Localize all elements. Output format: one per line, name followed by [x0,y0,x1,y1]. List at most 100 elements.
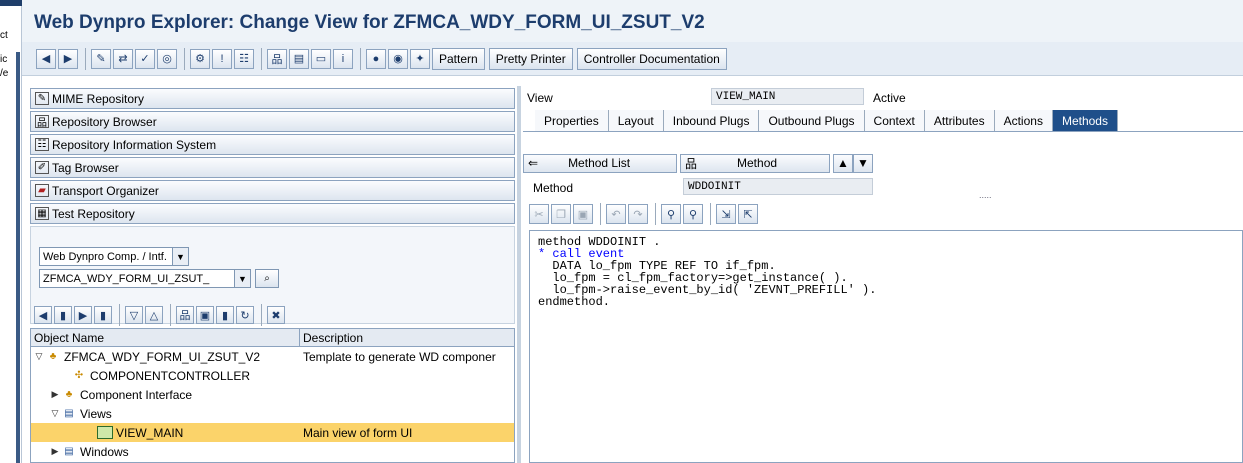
tab-actions[interactable]: Actions [994,110,1053,131]
application-toolbar: ◀ ▶ ✎ ⇄ ✓ ◎ ⚙ ǃ ☷ 品 ▤ ▭ i ● ◉ ✦ Pattern … [22,42,1243,76]
chevron-down-icon[interactable]: ▼ [234,270,250,287]
collapsed-triangle-icon[interactable]: ▶ [49,446,61,457]
forward-history-icon[interactable]: ▮ [94,306,112,324]
collapse-icon[interactable]: ▽ [125,306,143,324]
nav-item-label: Repository Browser [52,114,157,129]
next-method-button[interactable]: ▼ [853,153,873,173]
object-type-dropdown[interactable]: Web Dynpro Comp. / Intf. ▼ [39,247,189,266]
tab-methods[interactable]: Methods [1052,110,1118,131]
toolbar-separator [85,47,86,70]
check-icon[interactable]: ✓ [135,48,155,69]
view-name-field: VIEW_MAIN [711,88,864,105]
chevron-down-icon[interactable]: ▼ [172,248,188,265]
nav-test-repository[interactable]: ▦ Test Repository [30,203,515,224]
where-used-icon[interactable]: ǃ [212,48,232,69]
table-row[interactable]: VIEW_MAIN Main view of form UI [31,423,514,442]
nav-repository-browser[interactable]: 品 Repository Browser [30,111,515,132]
tab-outbound-plugs[interactable]: Outbound Plugs [759,110,865,131]
object-list-icon[interactable]: ☷ [234,48,254,69]
table-row[interactable]: ▽ ▤ Views [31,404,514,423]
folder-icon: ▤ [64,408,74,419]
view-status: Active [873,91,906,105]
editor-toolbar: ✂ ❐ ▣ ↶ ↷ ⚲ ⚲ ⇲ ⇱ [529,202,760,226]
method-button[interactable]: 品 Method [680,153,830,173]
previous-method-button[interactable]: ▲ [833,153,853,173]
close-icon[interactable]: ✖ [267,306,285,324]
test-icon[interactable]: ⚙ [190,48,210,69]
controller-documentation-button[interactable]: Controller Documentation [576,47,727,70]
find-next-icon[interactable]: ⚲ [683,204,703,224]
wizard-icon[interactable]: ✦ [410,48,430,69]
forward-arrow-icon[interactable]: ▶ [58,48,78,69]
nav-transport-organizer[interactable]: ▰ Transport Organizer [30,180,515,201]
method-list-button[interactable]: ⇐ Method List [523,153,677,173]
cut-icon[interactable]: ✂ [529,204,549,224]
toolbar-separator [184,47,185,70]
tab-inbound-plugs[interactable]: Inbound Plugs [663,110,760,131]
expand-icon[interactable]: △ [145,306,163,324]
method-field-label: Method [533,181,574,195]
forward-arrow-icon[interactable]: ▶ [74,306,92,324]
expanded-triangle-icon[interactable]: ▽ [33,351,45,362]
select-icon[interactable]: ▣ [196,306,214,324]
upload-icon[interactable]: ⇱ [738,204,758,224]
method-label: Method [737,156,778,170]
hierarchy-icon[interactable]: 品 [176,306,194,324]
tree-node-label: ZFMCA_WDY_FORM_UI_ZSUT_V2 [64,349,261,364]
fullscreen-icon[interactable]: ▭ [311,48,331,69]
pane-splitter[interactable] [517,86,521,463]
external-breakpoint-icon[interactable]: ◉ [388,48,408,69]
tree-node-label: COMPONENTCONTROLLER [90,368,251,383]
nav-tag-browser[interactable]: ✐ Tag Browser [30,157,515,178]
expanded-triangle-icon[interactable]: ▽ [49,408,61,419]
nav-mime-repository[interactable]: ✎ MIME Repository [30,88,515,109]
splitter-handle[interactable]: ..... [979,190,992,200]
navigation-window-icon[interactable]: ▤ [289,48,309,69]
tab-properties[interactable]: Properties [535,110,609,131]
display-object-button[interactable]: ⌕ [255,269,279,288]
navigation-pane: ✎ MIME Repository 品 Repository Browser ☷… [30,86,515,463]
component-interface-icon: ♣ [65,389,73,400]
refresh-icon[interactable]: ↻ [236,306,254,324]
table-row[interactable]: ▶ ▤ Windows [31,442,514,461]
undo-icon[interactable]: ↶ [606,204,626,224]
tab-layout[interactable]: Layout [608,110,664,131]
paste-icon[interactable]: ▣ [573,204,593,224]
left-strip-scrollbar[interactable] [16,52,20,463]
copy-icon[interactable]: ❐ [551,204,571,224]
tab-context[interactable]: Context [864,110,925,131]
insert-block-icon[interactable]: ⇲ [716,204,736,224]
info-icon[interactable]: i [333,48,353,69]
tree-node-description: Template to generate WD componer [303,349,496,364]
tab-attributes[interactable]: Attributes [924,110,995,131]
redo-icon[interactable]: ↷ [628,204,648,224]
nav-item-label: Transport Organizer [52,183,159,198]
activate-icon[interactable]: ◎ [157,48,177,69]
favorites-icon[interactable]: ▮ [216,306,234,324]
back-arrow-icon[interactable]: ◀ [34,306,52,324]
nav-item-label: Test Repository [52,206,135,221]
pretty-printer-button[interactable]: Pretty Printer [488,47,573,70]
table-row[interactable]: ▶ ♣ Component Interface [31,385,514,404]
active-inactive-icon[interactable]: ⇄ [113,48,133,69]
table-row[interactable]: ▽ ♣ ZFMCA_WDY_FORM_UI_ZSUT_V2 Template t… [31,347,514,366]
method-navigation-bar: ⇐ Method List 品 Method ▲ ▼ [523,152,1243,174]
collapsed-triangle-icon[interactable]: ▶ [49,389,61,400]
code-editor[interactable]: method WDDOINIT . * call event DATA lo_fp… [529,230,1243,463]
tree-node-label: VIEW_MAIN [116,425,184,440]
object-name-value: ZFMCA_WDY_FORM_UI_ZSUT_ [43,272,210,285]
back-history-icon[interactable]: ▮ [54,306,72,324]
info-system-icon: ☷ [35,138,49,151]
breakpoint-icon[interactable]: ● [366,48,386,69]
hierarchy-icon[interactable]: 品 [267,48,287,69]
pattern-button[interactable]: Pattern [432,47,485,70]
object-name-input[interactable]: ZFMCA_WDY_FORM_UI_ZSUT_ ▼ [39,269,251,288]
arrow-up-icon: ▲ [837,156,849,170]
back-arrow-icon[interactable]: ◀ [36,48,56,69]
column-header-description[interactable]: Description [300,329,514,346]
column-header-object-name[interactable]: Object Name [31,329,300,346]
table-row[interactable]: ✣ COMPONENTCONTROLLER [31,366,514,385]
display-change-icon[interactable]: ✎ [91,48,111,69]
nav-repository-information-system[interactable]: ☷ Repository Information System [30,134,515,155]
find-icon[interactable]: ⚲ [661,204,681,224]
